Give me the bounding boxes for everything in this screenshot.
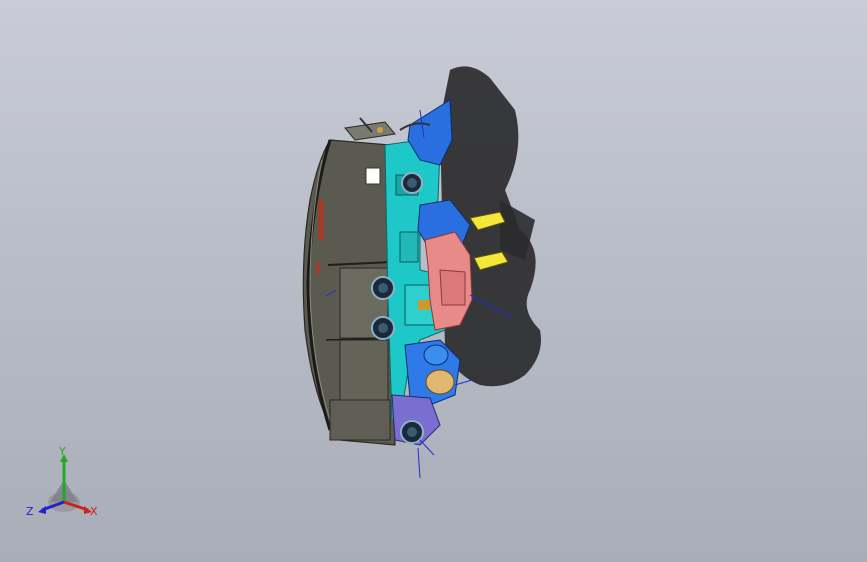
cad-model-canvas[interactable] (0, 0, 867, 562)
y-axis-label: Y (59, 445, 66, 458)
x-axis-label: X (90, 505, 98, 518)
top-bracket (344, 117, 396, 141)
orientation-triad[interactable]: Y Z X (24, 446, 108, 526)
salmon-duct (424, 231, 473, 331)
z-axis-label: Z (26, 505, 34, 518)
3d-viewport[interactable]: Y Z X (0, 0, 867, 562)
